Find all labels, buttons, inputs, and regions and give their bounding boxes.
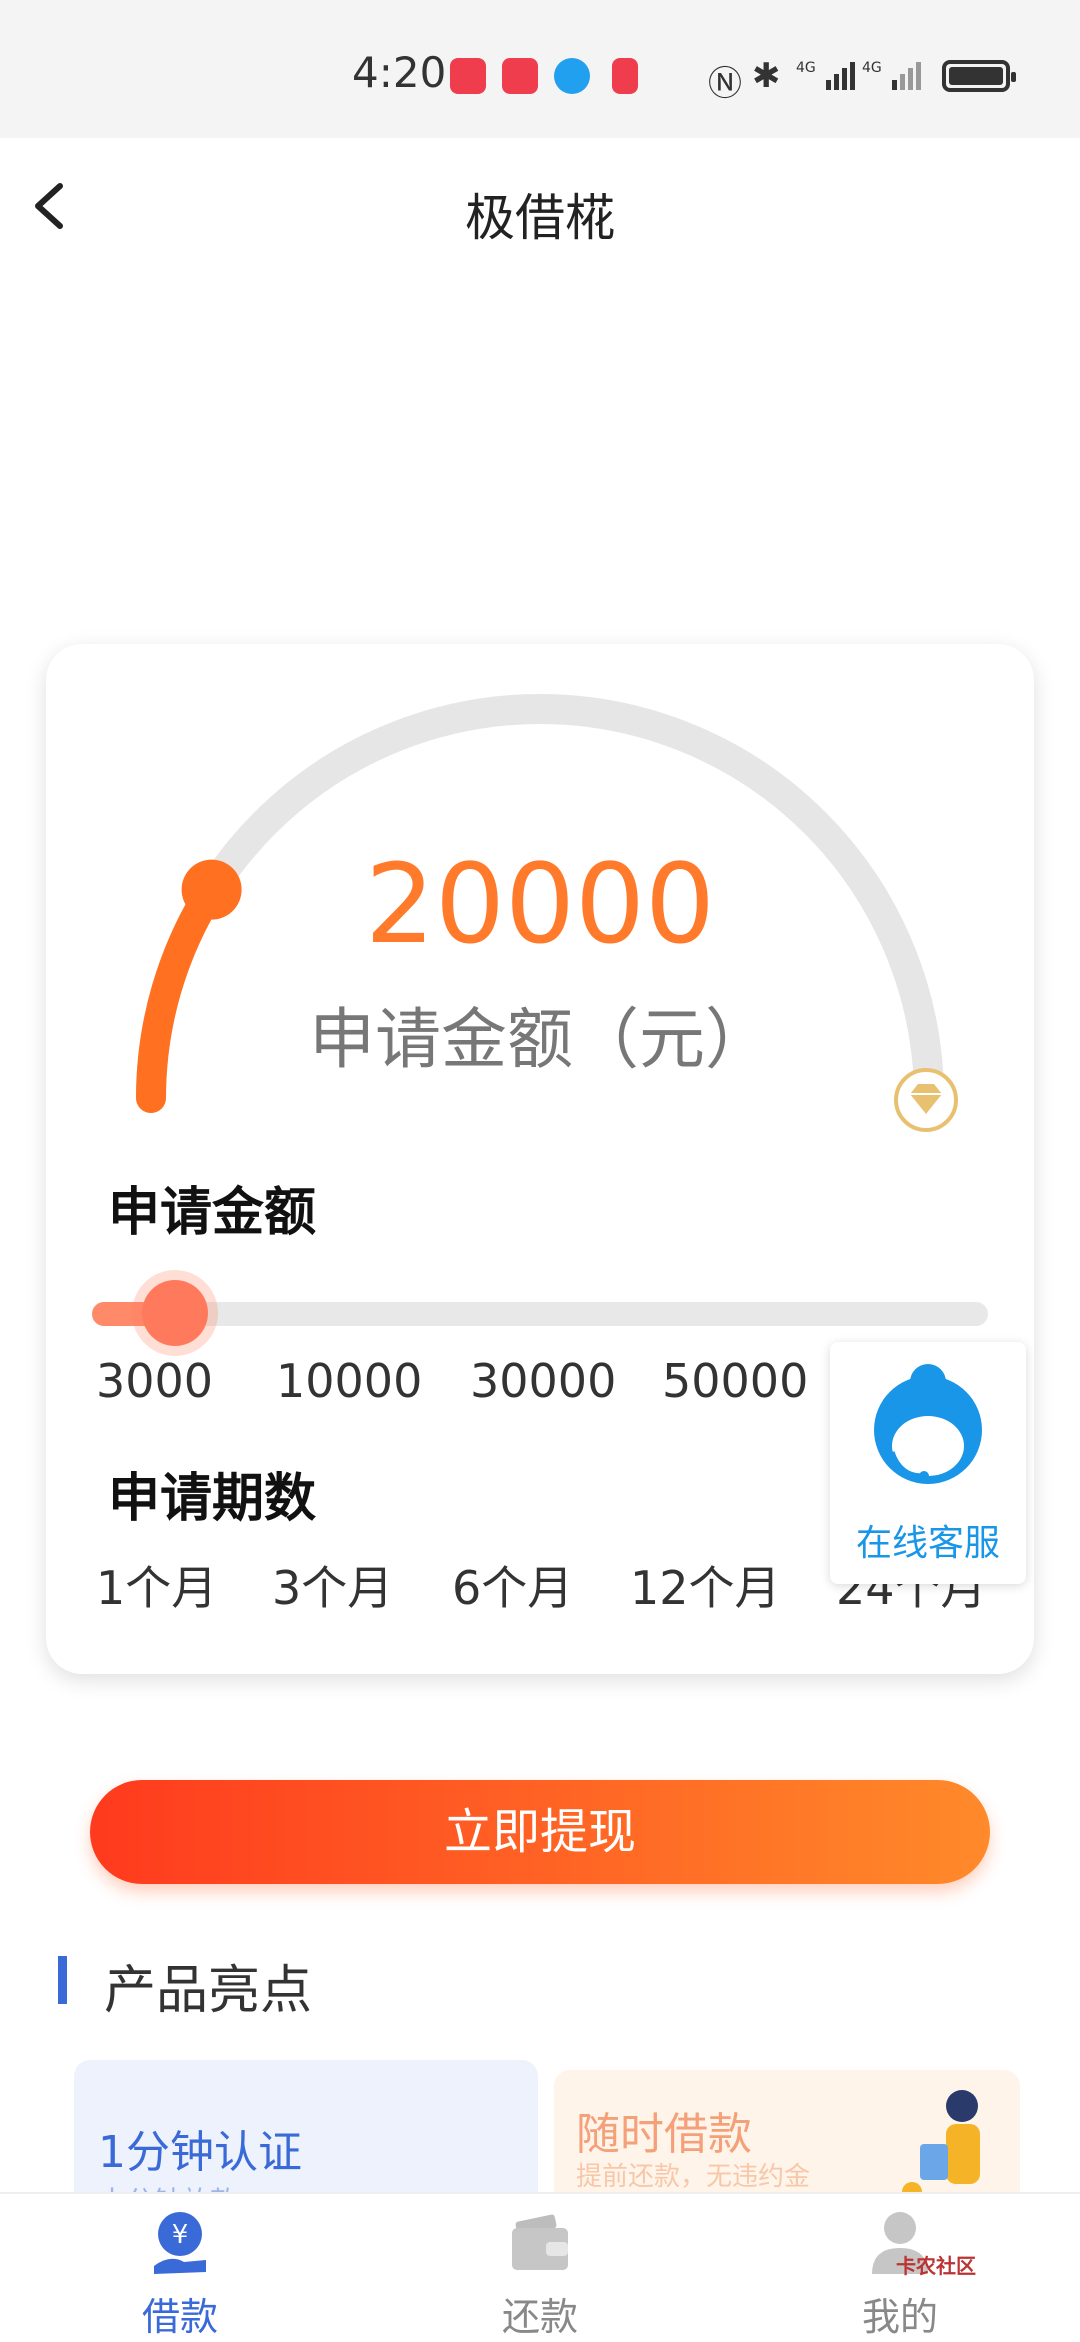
term-option[interactable]: 12个月 (630, 1552, 781, 1618)
amount-tick-label[interactable]: 50000 (662, 1354, 808, 1408)
wallet-icon (512, 2214, 568, 2270)
online-service-label: 在线客服 (855, 1523, 1000, 1564)
highlights-title: 产品亮点 (104, 1961, 313, 2021)
online-service-button[interactable]: 在线客服 (830, 1342, 1026, 1584)
term-option[interactable]: 6个月 (452, 1552, 573, 1618)
yuan-coin-hand-icon: ¥ (154, 2212, 206, 2274)
withdraw-now-button[interactable]: 立即提现 (90, 1780, 990, 1884)
feature-card-title: 随时借款 (576, 2109, 752, 2160)
amount-slider-track[interactable] (92, 1302, 988, 1326)
amount-tick-label[interactable]: 30000 (470, 1354, 616, 1408)
loan-amount-unit-label: 申请金额（元） (309, 1001, 771, 1078)
loan-amount-value: 20000 (365, 840, 715, 968)
tab-label: 借款 (141, 2295, 218, 2339)
term-option[interactable]: 1个月 (96, 1552, 217, 1618)
term-option[interactable]: 3个月 (272, 1552, 393, 1618)
tab-loan[interactable]: ¥ 借款 (80, 2194, 280, 2342)
tab-label: 我的 (861, 2295, 938, 2339)
svg-text:¥: ¥ (172, 2220, 189, 2250)
community-watermark: 卡农社区 (896, 2254, 976, 2278)
feature-card-subtitle: 提前还款，无违约金 (576, 2162, 811, 2192)
amount-tick-label[interactable]: 3000 (96, 1354, 213, 1408)
amount-slider-thumb[interactable] (141, 1280, 208, 1346)
section-accent-bar (58, 1956, 67, 2004)
customer-service-avatar-icon (874, 1364, 982, 1484)
amount-tick-label[interactable]: 10000 (276, 1354, 422, 1408)
tab-label: 还款 (501, 2295, 578, 2339)
term-section-title: 申请期数 (108, 1469, 317, 1529)
feature-card-title: 1分钟认证 (98, 2127, 302, 2178)
amount-section-title: 申请金额 (108, 1183, 317, 1243)
tab-repay[interactable]: 还款 (440, 2194, 640, 2342)
